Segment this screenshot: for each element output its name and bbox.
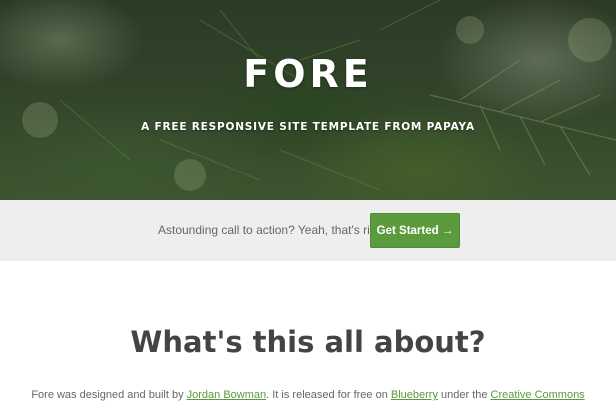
site-tagline: A FREE RESPONSIVE SITE TEMPLATE FROM PAP… — [141, 121, 475, 133]
cta-text: Astounding call to action? Yeah, that's … — [158, 223, 390, 237]
hero-banner: FORE A FREE RESPONSIVE SITE TEMPLATE FRO… — [0, 0, 616, 200]
section-heading: What's this all about? — [130, 325, 486, 359]
blueberry-link[interactable]: Blueberry — [391, 389, 438, 401]
get-started-button[interactable]: Get Started → — [370, 213, 460, 248]
pine-branch-background — [22, 0, 616, 191]
intro-text: under the — [437, 389, 491, 401]
creative-commons-link[interactable]: Creative Commons — [491, 389, 585, 401]
intro-text: Fore was designed and built by — [31, 389, 187, 401]
call-to-action-bar: Astounding call to action? Yeah, that's … — [0, 200, 616, 261]
site-title: FORE — [243, 52, 373, 96]
intro-paragraph: Fore was designed and built by Jordan Bo… — [0, 389, 616, 401]
intro-text: . It is released for free on — [266, 389, 391, 401]
author-link[interactable]: Jordan Bowman — [187, 389, 267, 401]
